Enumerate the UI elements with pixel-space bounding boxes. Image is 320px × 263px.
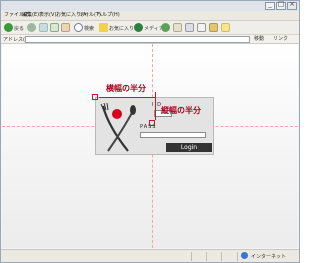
back-icon[interactable] — [4, 23, 13, 32]
status-divider — [221, 252, 222, 261]
half-height-arrow — [155, 92, 156, 120]
close-button[interactable]: × — [287, 0, 297, 10]
maximize-button[interactable]: □ — [276, 0, 286, 10]
login-button[interactable]: Login — [166, 143, 212, 152]
folder-icon[interactable] — [209, 23, 218, 32]
print-icon[interactable] — [185, 23, 194, 32]
top-left-corner-marker — [92, 94, 98, 100]
status-zone: インターネット — [251, 254, 287, 260]
menu-view[interactable]: 表示(V) — [39, 12, 56, 19]
media-icon[interactable] — [134, 23, 143, 32]
globe-icon — [241, 252, 248, 259]
edit-icon[interactable] — [197, 23, 206, 32]
status-bar: インターネット — [1, 249, 299, 262]
history-icon[interactable] — [161, 23, 170, 32]
password-input[interactable] — [140, 132, 206, 138]
home-icon[interactable] — [61, 23, 70, 32]
search-icon[interactable] — [74, 23, 83, 32]
favorites-label[interactable]: お気に入り — [109, 25, 134, 32]
half-height-label: 縦幅の半分 — [161, 106, 201, 115]
toolbar: 戻る 検索 お気に入り メディア — [1, 21, 299, 35]
title-bar: _ □ × — [1, 0, 299, 11]
browser-window: _ □ × ファイル(F) 編集(E) 表示(V) お気に入り(A) ツール(T… — [0, 0, 300, 263]
go-button[interactable]: 移動 — [254, 36, 270, 43]
status-divider — [206, 252, 207, 261]
status-divider — [237, 252, 238, 261]
forward-icon[interactable] — [27, 23, 36, 32]
minimize-button[interactable]: _ — [265, 0, 275, 10]
address-bar: アドレス(D) 移動 リンク — [1, 35, 299, 44]
favorites-icon[interactable] — [99, 23, 108, 32]
stop-icon[interactable] — [39, 23, 48, 32]
page-content: I D PASS Login 横幅の半分 縦幅の半分 — [2, 44, 298, 248]
links-button[interactable]: リンク — [273, 36, 288, 43]
status-divider — [191, 252, 192, 261]
menu-help[interactable]: ヘルプ(H) — [97, 12, 120, 19]
fork-spoon-logo — [100, 102, 136, 152]
note-icon[interactable] — [221, 23, 230, 32]
half-width-label: 横幅の半分 — [106, 84, 146, 93]
half-width-arrow — [99, 97, 155, 98]
menu-edit[interactable]: 編集(E) — [22, 12, 39, 19]
center-marker — [149, 120, 155, 126]
back-label: 戻る — [14, 26, 25, 32]
address-input[interactable] — [25, 36, 250, 43]
refresh-icon[interactable] — [50, 23, 59, 32]
mail-icon[interactable] — [173, 23, 182, 32]
search-label[interactable]: 検索 — [84, 25, 94, 32]
menu-bar: ファイル(F) 編集(E) 表示(V) お気に入り(A) ツール(T) ヘルプ(… — [1, 11, 299, 21]
